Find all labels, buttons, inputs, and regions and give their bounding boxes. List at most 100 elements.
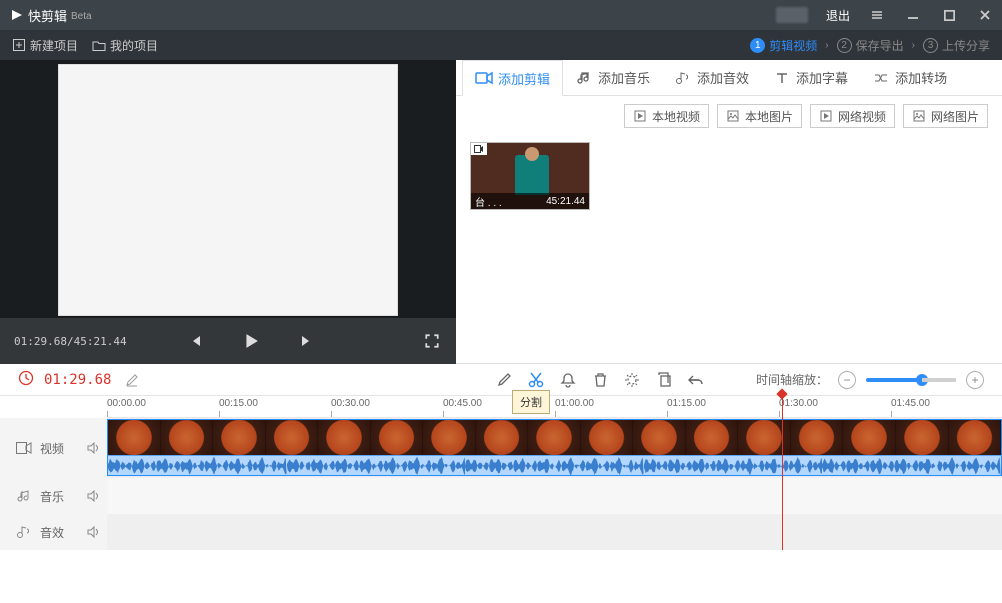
sfx-track-body[interactable] bbox=[107, 514, 1002, 550]
maximize-icon[interactable] bbox=[940, 6, 958, 24]
video-track-label: 视频 bbox=[40, 440, 64, 457]
cut-icon[interactable] bbox=[525, 369, 547, 391]
sfx-track-label: 音效 bbox=[40, 524, 64, 541]
image-icon bbox=[912, 109, 926, 123]
clock-icon bbox=[18, 370, 34, 389]
step-2-num: 2 bbox=[837, 38, 852, 53]
tab-add-music[interactable]: 添加音乐 bbox=[563, 60, 662, 95]
tab-add-clip-label: 添加剪辑 bbox=[498, 69, 550, 88]
video-icon bbox=[475, 69, 493, 87]
tab-add-text[interactable]: 添加字幕 bbox=[761, 60, 860, 95]
local-image-label: 本地图片 bbox=[745, 108, 793, 125]
edit-time-icon[interactable] bbox=[121, 369, 143, 391]
prev-icon[interactable] bbox=[185, 334, 205, 348]
playback-time: 01:29.68/45:21.44 bbox=[14, 335, 127, 348]
ruler-mark: 00:30.00 bbox=[331, 398, 370, 409]
tab-add-transition[interactable]: 添加转场 bbox=[860, 60, 959, 95]
minimize-icon[interactable] bbox=[904, 6, 922, 24]
web-video-label: 网络视频 bbox=[838, 108, 886, 125]
play-square-icon bbox=[819, 109, 833, 123]
logout-link[interactable]: 退出 bbox=[826, 7, 850, 24]
play-icon[interactable] bbox=[241, 333, 261, 349]
speaker-icon[interactable] bbox=[85, 440, 101, 456]
clip-duration: 45:21.44 bbox=[546, 196, 585, 207]
step-1-num: 1 bbox=[750, 38, 765, 53]
pencil-icon[interactable] bbox=[493, 369, 515, 391]
beta-tag: Beta bbox=[71, 11, 92, 22]
image-icon bbox=[726, 109, 740, 123]
ruler-mark: 00:45.00 bbox=[443, 398, 482, 409]
my-projects-button[interactable]: 我的项目 bbox=[92, 37, 158, 54]
web-image-button[interactable]: 网络图片 bbox=[903, 104, 988, 128]
speaker-icon[interactable] bbox=[85, 488, 101, 504]
ruler-mark: 01:30.00 bbox=[779, 398, 818, 409]
ruler-mark: 00:00.00 bbox=[107, 398, 146, 409]
music-track-icon bbox=[16, 488, 32, 504]
video-track-icon bbox=[16, 440, 32, 456]
ruler-mark: 01:15.00 bbox=[667, 398, 706, 409]
effects-icon[interactable] bbox=[621, 369, 643, 391]
step-1[interactable]: 1 剪辑视频 bbox=[750, 37, 817, 54]
zoom-in-button[interactable]: + bbox=[966, 371, 984, 389]
chevron-right-icon: › bbox=[825, 40, 828, 51]
transition-icon bbox=[872, 69, 890, 87]
zoom-out-button[interactable]: − bbox=[838, 371, 856, 389]
app-logo-icon bbox=[10, 8, 24, 22]
ruler-mark: 01:00.00 bbox=[555, 398, 594, 409]
tab-add-sfx-label: 添加音效 bbox=[697, 68, 749, 87]
new-project-button[interactable]: 新建项目 bbox=[12, 37, 78, 54]
tab-add-music-label: 添加音乐 bbox=[598, 68, 650, 87]
user-avatar[interactable] bbox=[776, 7, 808, 23]
sfx-track-icon bbox=[16, 524, 32, 540]
trash-icon[interactable] bbox=[589, 369, 611, 391]
step-3-label: 上传分享 bbox=[942, 37, 990, 54]
chevron-right-icon: › bbox=[912, 40, 915, 51]
playhead[interactable] bbox=[782, 396, 783, 550]
tab-add-text-label: 添加字幕 bbox=[796, 68, 848, 87]
timeline-ruler[interactable]: 00:00.00 00:15.00 00:30.00 00:45.00 01:00.00… bbox=[107, 396, 1002, 418]
web-image-label: 网络图片 bbox=[931, 108, 979, 125]
menu-icon[interactable] bbox=[868, 6, 886, 24]
step-2[interactable]: 2 保存导出 bbox=[837, 37, 904, 54]
tab-add-sfx[interactable]: 添加音效 bbox=[662, 60, 761, 95]
new-project-label: 新建项目 bbox=[30, 37, 78, 54]
step-3[interactable]: 3 上传分享 bbox=[923, 37, 990, 54]
fullscreen-icon[interactable] bbox=[422, 333, 442, 349]
speaker-icon[interactable] bbox=[85, 524, 101, 540]
media-clip-thumbnail[interactable]: 台 . . . 45:21.44 bbox=[470, 142, 590, 210]
music-track-body[interactable] bbox=[107, 478, 1002, 514]
video-clip-on-track[interactable] bbox=[107, 419, 1002, 477]
step-3-num: 3 bbox=[923, 38, 938, 53]
web-video-button[interactable]: 网络视频 bbox=[810, 104, 895, 128]
copy-icon[interactable] bbox=[653, 369, 675, 391]
text-icon bbox=[773, 69, 791, 87]
timeline-current-time: 01:29.68 bbox=[44, 372, 111, 388]
play-square-icon bbox=[633, 109, 647, 123]
step-1-label: 剪辑视频 bbox=[769, 37, 817, 54]
local-video-button[interactable]: 本地视频 bbox=[624, 104, 709, 128]
local-image-button[interactable]: 本地图片 bbox=[717, 104, 802, 128]
cut-tooltip: 分割 bbox=[512, 390, 550, 414]
video-badge-icon bbox=[471, 143, 487, 155]
clip-name: 台 . . . bbox=[475, 194, 502, 209]
sfx-icon bbox=[674, 69, 692, 87]
video-preview[interactable] bbox=[0, 60, 456, 318]
next-icon[interactable] bbox=[297, 334, 317, 348]
zoom-slider[interactable] bbox=[866, 378, 956, 382]
step-2-label: 保存导出 bbox=[856, 37, 904, 54]
music-track-label: 音乐 bbox=[40, 488, 64, 505]
local-video-label: 本地视频 bbox=[652, 108, 700, 125]
undo-icon[interactable] bbox=[685, 369, 707, 391]
app-title: 快剪辑 bbox=[28, 6, 67, 25]
my-projects-label: 我的项目 bbox=[110, 37, 158, 54]
close-icon[interactable] bbox=[976, 6, 994, 24]
bell-icon[interactable] bbox=[557, 369, 579, 391]
ruler-mark: 00:15.00 bbox=[219, 398, 258, 409]
music-icon bbox=[575, 69, 593, 87]
tab-add-transition-label: 添加转场 bbox=[895, 68, 947, 87]
ruler-mark: 01:45.00 bbox=[891, 398, 930, 409]
zoom-label: 时间轴缩放： bbox=[756, 371, 828, 388]
zoom-knob[interactable] bbox=[916, 374, 928, 386]
tab-add-clip[interactable]: 添加剪辑 bbox=[462, 60, 563, 96]
preview-canvas bbox=[58, 64, 398, 316]
